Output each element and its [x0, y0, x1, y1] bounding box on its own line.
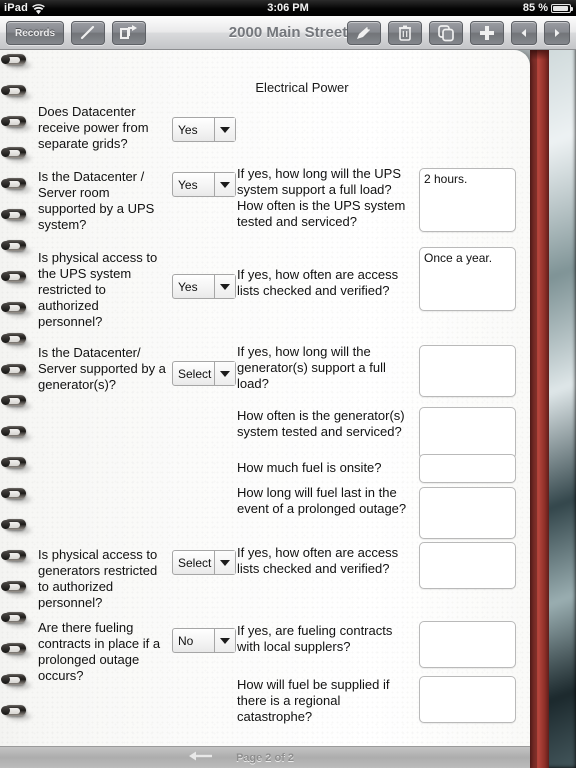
records-button-label: Records — [15, 27, 56, 39]
form-content: Electrical Power Does Datacenter receive… — [32, 50, 522, 768]
select-generator-access-restricted[interactable]: Select — [172, 550, 236, 575]
select-fueling-contracts[interactable]: No — [172, 628, 236, 653]
question-label: Is the Datacenter/ Server supported by a… — [38, 345, 166, 392]
binding-ring — [1, 488, 31, 503]
sub-question-label: How much fuel is onsite? — [237, 460, 382, 475]
chevron-down-icon — [214, 362, 235, 385]
answer-field[interactable] — [419, 621, 516, 668]
answer-field[interactable]: Once a year. — [419, 247, 516, 311]
chevron-down-icon — [214, 551, 235, 574]
chevron-down-icon — [214, 275, 235, 298]
add-button[interactable] — [470, 21, 504, 45]
select-value: No — [178, 633, 194, 648]
status-bar-right: 85 % — [522, 0, 573, 16]
share-button[interactable] — [112, 21, 147, 45]
answer-field[interactable] — [419, 345, 516, 397]
question-label: Does Datacenter receive power from separ… — [38, 104, 149, 151]
share-export-icon — [118, 24, 140, 42]
chevron-down-icon — [214, 629, 235, 652]
notebook: Electrical Power Does Datacenter receive… — [0, 50, 537, 768]
question-label: Is physical access to generators restric… — [38, 547, 158, 610]
binding-ring — [1, 85, 31, 100]
select-ups-supported[interactable]: Yes — [172, 172, 236, 197]
question-label: Are there fueling contracts in place if … — [38, 620, 161, 683]
edit-button[interactable] — [347, 21, 381, 45]
answer-field[interactable] — [419, 487, 516, 539]
sub-question-label: How often is the generator(s) system tes… — [237, 408, 405, 439]
sub-question-label: How will fuel be supplied if there is a … — [237, 677, 390, 724]
ios-status-bar: iPad 3:06 PM 85 % — [0, 0, 576, 16]
select-value: Select — [178, 555, 212, 570]
chevron-down-icon — [214, 173, 235, 196]
answer-field[interactable]: 2 hours. — [419, 168, 516, 232]
next-record-button[interactable] — [544, 21, 570, 45]
previous-record-button[interactable] — [511, 21, 537, 45]
select-value: Yes — [178, 177, 198, 192]
chevron-down-icon — [214, 118, 235, 141]
question-label: Is physical access to the UPS system res… — [38, 250, 158, 329]
binding-ring — [1, 54, 31, 69]
select-ups-access-restricted[interactable]: Yes — [172, 274, 236, 299]
sub-question-label: If yes, are fueling contracts with local… — [237, 623, 393, 654]
binding-ring — [1, 178, 31, 193]
toolbar-left-group: Records — [6, 21, 147, 45]
pen-icon — [78, 24, 98, 42]
binding-ring — [1, 519, 31, 534]
binding-ring — [1, 612, 31, 627]
toolbar-right-group — [347, 21, 570, 45]
battery-icon — [551, 3, 573, 13]
binding-ring — [1, 271, 31, 286]
records-button[interactable]: Records — [6, 21, 65, 45]
page-indicator: Page 2 of 2 — [235, 752, 295, 764]
plus-icon — [478, 24, 496, 42]
app-toolbar: 2000 Main Street Records — [0, 16, 576, 50]
answer-field[interactable] — [419, 676, 516, 723]
binding-ring — [1, 147, 31, 162]
trash-icon — [397, 24, 413, 42]
binding-ring — [1, 674, 31, 689]
answer-field[interactable] — [419, 542, 516, 589]
sub-question-label: If yes, how often are access lists check… — [237, 545, 399, 576]
copy-icon — [437, 24, 455, 42]
binding-ring — [1, 395, 31, 410]
binding-ring — [1, 209, 31, 224]
question-label: Is the Datacenter / Server room supporte… — [38, 169, 155, 232]
binding-ring — [1, 550, 31, 565]
delete-button[interactable] — [388, 21, 422, 45]
left-arrow-icon — [518, 27, 530, 39]
binding-ring — [1, 705, 31, 720]
tag-pen-icon — [354, 24, 374, 42]
spiral-binding — [0, 50, 32, 768]
sub-question-label: How long will fuel last in the event of … — [237, 485, 407, 516]
pen-button[interactable] — [71, 21, 106, 45]
binding-ring — [1, 581, 31, 596]
binding-ring — [1, 333, 31, 348]
select-value: Yes — [178, 279, 198, 294]
answer-field[interactable] — [419, 407, 516, 459]
binding-ring — [1, 643, 31, 658]
right-arrow-icon — [551, 27, 563, 39]
select-value: Yes — [178, 122, 198, 137]
page-navigation-bar: Page 2 of 2 — [0, 746, 530, 768]
binding-ring — [1, 457, 31, 472]
select-generator-supported[interactable]: Select — [172, 361, 236, 386]
binding-ring — [1, 302, 31, 317]
binding-ring — [1, 426, 31, 441]
sub-question-label: If yes, how long will the UPS system sup… — [237, 166, 406, 229]
sub-question-label: If yes, how long will the generator(s) s… — [237, 344, 386, 391]
duplicate-button[interactable] — [429, 21, 463, 45]
binding-ring — [1, 116, 31, 131]
battery-percent: 85 % — [522, 2, 548, 14]
binding-ring — [1, 364, 31, 379]
status-bar-clock: 3:06 PM — [267, 2, 309, 14]
ipad-screen: iPad 3:06 PM 85 % 2000 Main Street Recor… — [0, 0, 576, 768]
answer-field[interactable] — [419, 454, 516, 483]
select-power-separate-grids[interactable]: Yes — [172, 117, 236, 142]
binding-ring — [1, 240, 31, 255]
sub-question-label: If yes, how often are access lists check… — [237, 267, 399, 298]
form-section-title: Electrical Power — [255, 80, 349, 95]
select-value: Select — [178, 366, 212, 381]
